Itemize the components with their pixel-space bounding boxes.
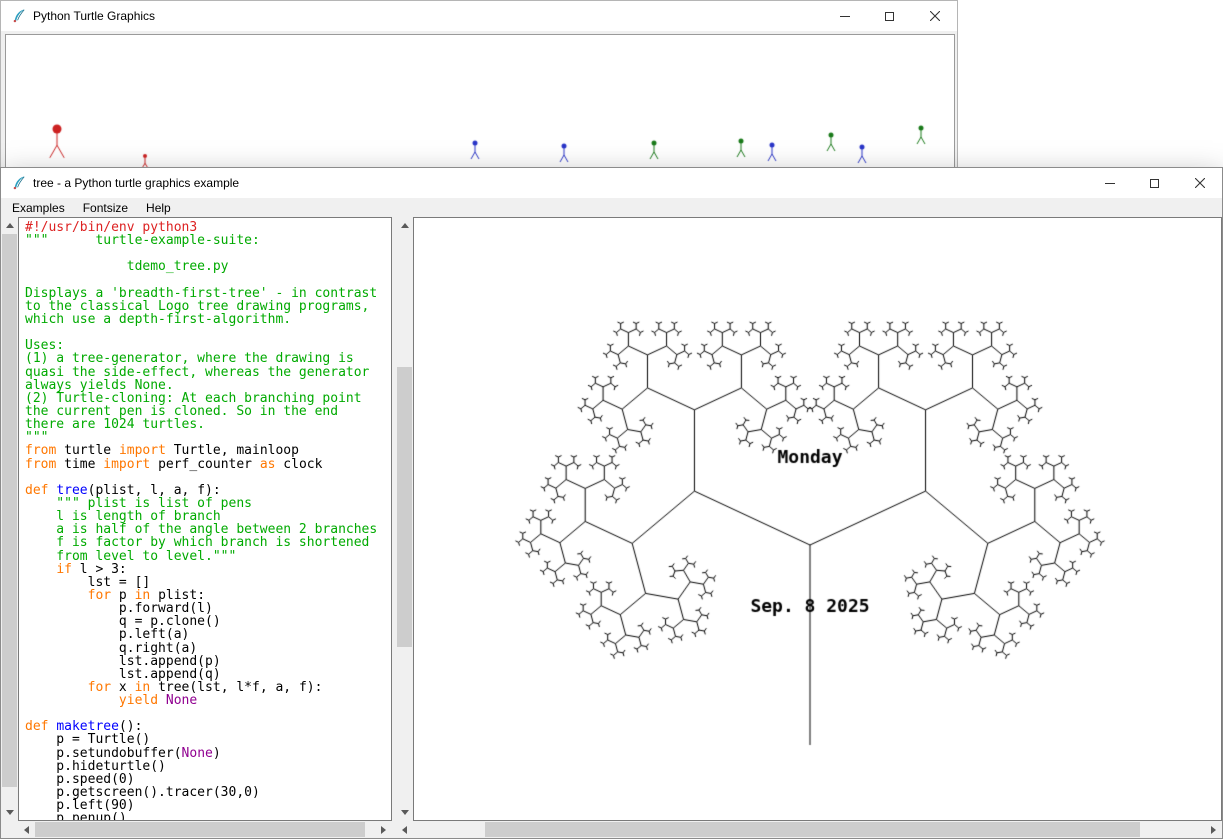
tk-feather-icon xyxy=(11,175,27,191)
scroll-down-button[interactable] xyxy=(396,804,413,821)
code-line xyxy=(25,326,391,339)
front-maximize-button[interactable] xyxy=(1132,168,1177,198)
code-line: from time import perf_counter as clock xyxy=(25,458,391,471)
front-minimize-button[interactable] xyxy=(1087,168,1132,198)
tree-example-window: tree - a Python turtle graphics example … xyxy=(0,167,1223,839)
scrollbar-thumb[interactable] xyxy=(35,822,365,837)
code-line: tdemo_tree.py xyxy=(25,260,391,273)
close-icon xyxy=(1195,178,1205,188)
back-titlebar[interactable]: Python Turtle Graphics xyxy=(1,1,957,31)
code-line: yield None xyxy=(25,694,391,707)
scroll-left-button[interactable] xyxy=(396,821,413,838)
scroll-right-button[interactable] xyxy=(1205,821,1222,838)
arrow-left-icon xyxy=(402,826,407,834)
arrow-right-icon xyxy=(1211,826,1216,834)
scroll-up-button[interactable] xyxy=(396,217,413,234)
maximize-icon xyxy=(1150,179,1159,188)
turtle-canvas[interactable] xyxy=(414,218,1221,820)
code-line: there are 1024 turtles. xyxy=(25,418,391,431)
code-line: p.penup() xyxy=(25,812,391,821)
code-pane[interactable]: #!/usr/bin/env python3""" turtle-example… xyxy=(18,217,392,821)
scroll-up-button[interactable] xyxy=(1,217,18,234)
scrollbar-thumb[interactable] xyxy=(485,822,1140,837)
arrow-right-icon xyxy=(381,826,386,834)
menu-help[interactable]: Help xyxy=(137,199,180,217)
back-maximize-button[interactable] xyxy=(867,1,912,31)
back-close-button[interactable] xyxy=(912,1,957,31)
arrow-up-icon xyxy=(6,223,14,228)
scrollbar-corner xyxy=(1,821,18,838)
scroll-left-button[interactable] xyxy=(18,821,35,838)
front-close-button[interactable] xyxy=(1177,168,1222,198)
code-line: which use a depth-first-algorithm. xyxy=(25,313,391,326)
minimize-icon xyxy=(840,16,850,17)
code-horizontal-scrollbar[interactable] xyxy=(18,821,392,838)
menu-examples[interactable]: Examples xyxy=(3,199,74,217)
canvas-pane[interactable] xyxy=(413,217,1222,821)
canvas-horizontal-scrollbar[interactable] xyxy=(396,821,1222,838)
arrow-down-icon xyxy=(6,810,14,815)
front-window-title: tree - a Python turtle graphics example xyxy=(33,176,239,190)
arrow-up-icon xyxy=(401,223,409,228)
code-vertical-scrollbar[interactable] xyxy=(1,217,18,821)
scroll-down-button[interactable] xyxy=(1,804,18,821)
front-titlebar[interactable]: tree - a Python turtle graphics example xyxy=(1,168,1222,198)
content-area: #!/usr/bin/env python3""" turtle-example… xyxy=(1,217,1222,838)
menubar: Examples Fontsize Help xyxy=(1,198,1222,217)
back-window-title: Python Turtle Graphics xyxy=(33,9,155,23)
code-line: """ turtle-example-suite: xyxy=(25,234,391,247)
menu-fontsize[interactable]: Fontsize xyxy=(74,199,137,217)
tk-feather-icon xyxy=(11,8,27,24)
scroll-right-button[interactable] xyxy=(375,821,392,838)
close-icon xyxy=(930,11,940,21)
maximize-icon xyxy=(885,12,894,21)
arrow-left-icon xyxy=(24,826,29,834)
canvas-vertical-scrollbar[interactable] xyxy=(396,217,413,821)
back-minimize-button[interactable] xyxy=(822,1,867,31)
code-text: #!/usr/bin/env python3""" turtle-example… xyxy=(19,218,391,821)
minimize-icon xyxy=(1105,183,1115,184)
scrollbar-thumb[interactable] xyxy=(2,234,17,787)
scrollbar-thumb[interactable] xyxy=(397,367,412,647)
arrow-down-icon xyxy=(401,810,409,815)
